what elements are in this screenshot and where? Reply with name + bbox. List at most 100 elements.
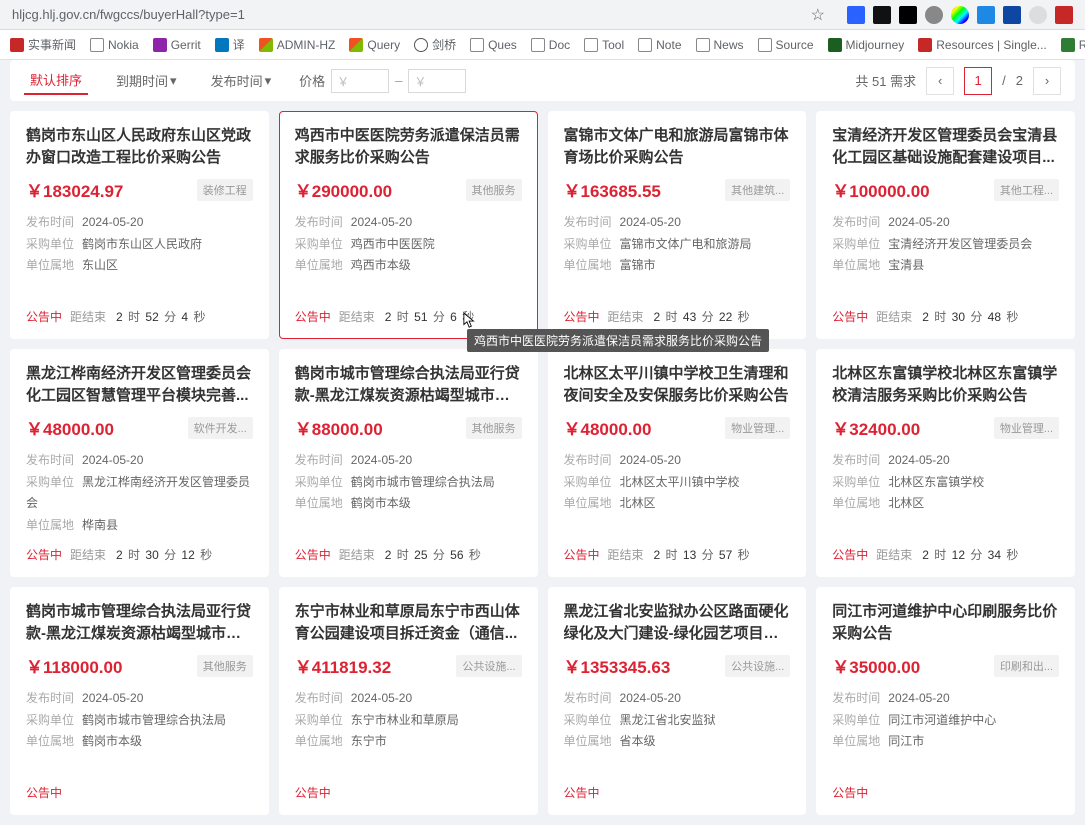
listing-card[interactable]: 北林区太平川镇中学校卫生清理和夜间安全及安保服务比价采购公告￥48000.00物… <box>548 349 807 577</box>
listing-meta: 发布时间2024-05-20采购单位鹤岗市城市管理综合执法局单位属地鹤岗市本级 <box>295 450 522 515</box>
listing-category-tag: 公共设施... <box>456 655 521 677</box>
caret-down-icon: ▾ <box>265 73 272 89</box>
listing-meta: 发布时间2024-05-20采购单位东宁市林业和草原局单位属地东宁市 <box>295 688 522 753</box>
pager-prev[interactable]: ‹ <box>926 67 954 95</box>
bookmark-item[interactable]: 译 <box>215 36 245 53</box>
mouse-cursor-icon <box>463 312 477 330</box>
price-label: 价格 <box>299 71 325 90</box>
listing-price: ￥88000.00 <box>295 415 383 440</box>
listing-category-tag: 装修工程 <box>197 179 253 201</box>
total-count: 共 51 需求 <box>855 71 916 90</box>
listing-card[interactable]: 北林区东富镇学校北林区东富镇学校清洁服务采购比价采购公告￥32400.00物业管… <box>816 349 1075 577</box>
bookmark-star-icon[interactable]: ☆ <box>811 5 825 25</box>
extension-icon[interactable] <box>977 6 995 24</box>
listing-status: 公告中 <box>295 546 331 563</box>
bookmark-item[interactable]: Resources | Single... <box>918 38 1047 52</box>
yen-icon: ￥ <box>337 73 349 90</box>
listing-title: 鹤岗市城市管理综合执法局亚行贷款-黑龙江煤炭资源枯竭型城市转... <box>295 363 522 407</box>
listing-card[interactable]: 黑龙江省北安监狱办公区路面硬化绿化及大门建设-绿化园艺项目比...￥135334… <box>548 587 807 815</box>
countdown-label: 距结束 <box>339 308 375 325</box>
listing-card[interactable]: 黑龙江桦南经济开发区管理委员会化工园区智慧管理平台模块完善...￥48000.0… <box>10 349 269 577</box>
bookmark-icon <box>696 38 710 52</box>
listing-footer: 公告中距结束 2 时 25 分 56 秒 <box>295 538 522 563</box>
countdown-label: 距结束 <box>339 546 375 563</box>
listing-card[interactable]: 富锦市文体广电和旅游局富锦市体育场比价采购公告￥163685.55其他建筑...… <box>548 111 807 339</box>
extension-icon[interactable] <box>1029 6 1047 24</box>
extension-icon[interactable] <box>1003 6 1021 24</box>
pager-sep: / <box>1002 73 1006 88</box>
extension-icon[interactable] <box>873 6 891 24</box>
listing-footer: 公告中 <box>26 776 253 801</box>
listing-category-tag: 软件开发... <box>188 417 253 439</box>
hover-tooltip: 鸡西市中医医院劳务派遣保洁员需求服务比价采购公告 <box>467 329 769 352</box>
listing-card[interactable]: 东宁市林业和草原局东宁市西山体育公园建设项目拆迁资金（通信...￥411819.… <box>279 587 538 815</box>
listing-status: 公告中 <box>26 784 62 801</box>
listing-meta: 发布时间2024-05-20采购单位北林区太平川镇中学校单位属地北林区 <box>564 450 791 515</box>
bookmark-item[interactable]: Gerrit <box>153 38 201 52</box>
sort-default[interactable]: 默认排序 <box>24 66 88 95</box>
listing-footer: 公告中距结束2 时 13 分 57 秒 <box>564 538 791 563</box>
bookmark-item[interactable]: Tool <box>584 38 624 52</box>
listing-category-tag: 物业管理... <box>994 417 1059 439</box>
bookmark-item[interactable]: Doc <box>531 38 570 52</box>
listing-card[interactable]: 宝清经济开发区管理委员会宝清县化工园区基础设施配套建设项目...￥100000.… <box>816 111 1075 339</box>
bookmark-item[interactable]: Ques <box>470 38 517 52</box>
bookmark-item[interactable]: ADMIN-HZ <box>259 38 336 52</box>
bookmark-item[interactable]: 实事新闻 <box>10 36 76 53</box>
bookmark-item[interactable]: RAN BOAM O&... <box>1061 38 1085 52</box>
listing-status: 公告中 <box>564 784 600 801</box>
listing-card[interactable]: 鹤岗市城市管理综合执法局亚行贷款-黑龙江煤炭资源枯竭型城市转...￥118000… <box>10 587 269 815</box>
countdown: 2 时 25 分 56 秒 <box>383 546 481 563</box>
listing-grid: 鹤岗市东山区人民政府东山区党政办窗口改造工程比价采购公告￥183024.97装修… <box>0 101 1085 825</box>
bookmark-item[interactable]: News <box>696 38 744 52</box>
listing-category-tag: 其他服务 <box>197 655 253 677</box>
bookmark-item[interactable]: Source <box>758 38 814 52</box>
bookmark-item[interactable]: 剑桥 <box>414 36 456 53</box>
listing-price: ￥411819.32 <box>295 653 391 678</box>
listing-footer: 公告中距结束2 时 12 分 34 秒 <box>832 538 1059 563</box>
listing-card[interactable]: 鹤岗市东山区人民政府东山区党政办窗口改造工程比价采购公告￥183024.97装修… <box>10 111 269 339</box>
extension-icon[interactable] <box>899 6 917 24</box>
page-url: hljcg.hlj.gov.cn/fwgccs/buyerHall?type=1 <box>12 7 811 22</box>
sort-pub-time[interactable]: 发布时间 ▾ <box>205 67 278 94</box>
countdown-label: 距结束 <box>608 308 644 325</box>
extension-icon[interactable] <box>951 6 969 24</box>
extension-icon[interactable] <box>847 6 865 24</box>
listing-status: 公告中 <box>832 784 868 801</box>
yen-icon: ￥ <box>414 73 426 90</box>
listing-card[interactable]: 鹤岗市城市管理综合执法局亚行贷款-黑龙江煤炭资源枯竭型城市转... ￥88000.… <box>279 349 538 577</box>
sort-end-time[interactable]: 到期时间 ▾ <box>110 67 183 94</box>
countdown-label: 距结束 <box>70 308 106 325</box>
listing-price: ￥48000.00 <box>26 415 114 440</box>
bookmark-icon <box>1061 38 1075 52</box>
bookmark-item[interactable]: Note <box>638 38 681 52</box>
extension-icon[interactable] <box>925 6 943 24</box>
extension-icon[interactable] <box>1055 6 1073 24</box>
bookmark-label: 实事新闻 <box>28 36 76 53</box>
bookmark-icon <box>638 38 652 52</box>
listing-category-tag: 公共设施... <box>725 655 790 677</box>
pager-current[interactable]: 1 <box>964 67 992 95</box>
bookmark-icon <box>414 38 428 52</box>
listing-category-tag: 印刷和出... <box>994 655 1059 677</box>
bookmark-icon <box>758 38 772 52</box>
listing-price: ￥183024.97 <box>26 177 123 202</box>
browser-address-bar: hljcg.hlj.gov.cn/fwgccs/buyerHall?type=1… <box>0 0 1085 30</box>
listing-price: ￥290000.00 <box>295 177 392 202</box>
listing-footer: 公告中距结束2 时 30 分 48 秒 <box>832 300 1059 325</box>
bookmark-label: Tool <box>602 38 624 52</box>
bookmark-label: Ques <box>488 38 517 52</box>
countdown: 2 时 13 分 57 秒 <box>652 546 750 563</box>
listing-card[interactable]: 鸡西市中医医院劳务派遣保洁员需求服务比价采购公告￥290000.00其他服务发布… <box>279 111 538 339</box>
bookmark-item[interactable]: Nokia <box>90 38 139 52</box>
bookmark-item[interactable]: Query <box>349 38 400 52</box>
pager-next[interactable]: › <box>1033 67 1061 95</box>
bookmark-item[interactable]: Midjourney <box>828 38 905 52</box>
listing-title: 鹤岗市城市管理综合执法局亚行贷款-黑龙江煤炭资源枯竭型城市转... <box>26 601 253 645</box>
bookmark-label: 剑桥 <box>432 36 456 53</box>
listing-meta: 发布时间2024-05-20采购单位鹤岗市东山区人民政府单位属地东山区 <box>26 212 253 277</box>
listing-price: ￥32400.00 <box>832 415 920 440</box>
listing-card[interactable]: 同江市河道维护中心印刷服务比价采购公告￥35000.00印刷和出...发布时间2… <box>816 587 1075 815</box>
listing-meta: 发布时间2024-05-20采购单位鸡西市中医医院单位属地鸡西市本级 <box>295 212 522 277</box>
bookmark-label: Source <box>776 38 814 52</box>
